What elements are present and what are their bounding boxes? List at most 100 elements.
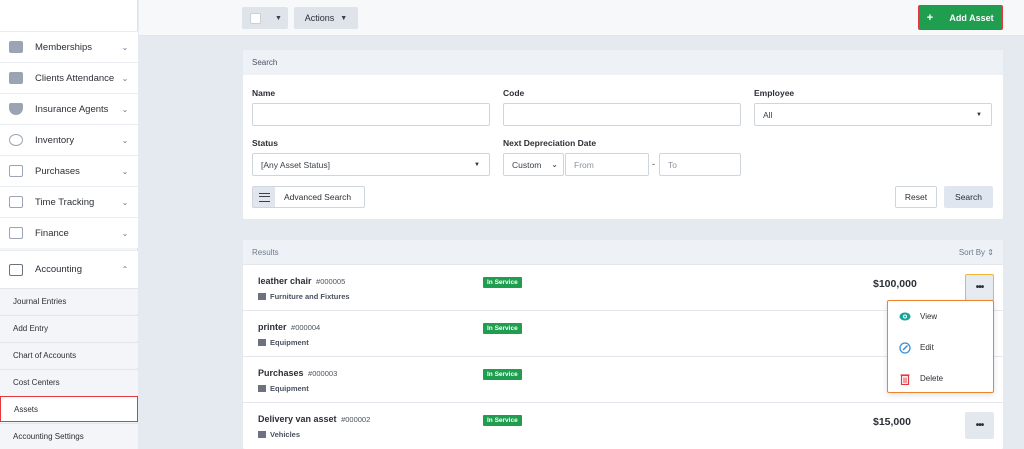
date-range-separator: - <box>652 159 655 169</box>
menu-item-view[interactable]: View <box>888 301 993 332</box>
date-from-input[interactable]: From <box>565 153 649 176</box>
sidebar-item-label: Memberships <box>35 41 93 53</box>
sidebar-item-label: Insurance Agents <box>35 103 109 115</box>
edit-icon <box>899 341 911 354</box>
asset-category: Equipment <box>258 338 309 347</box>
category-icon <box>258 431 266 438</box>
sidebar-subitem-chart-of-accounts[interactable]: Chart of Accounts <box>0 342 138 368</box>
asset-amount: $100,000 <box>873 278 917 290</box>
results-title: Results <box>252 247 279 257</box>
status-select[interactable]: [Any Asset Status] ▼ <box>252 153 490 176</box>
sidebar-item-finance[interactable]: Finance ⌄ <box>0 217 138 248</box>
sidebar-item-purchases[interactable]: Purchases ⌄ <box>0 155 138 186</box>
row-actions-button[interactable]: ••• <box>965 412 994 439</box>
sidebar-subitem-cost-centers[interactable]: Cost Centers <box>0 369 138 395</box>
row-actions-button[interactable]: ••• <box>965 274 994 301</box>
date-to-input[interactable]: To <box>659 153 741 176</box>
cash-icon <box>9 227 23 239</box>
caret-down-icon: ▼ <box>340 14 348 22</box>
eye-icon <box>899 311 911 323</box>
asset-name-cell[interactable]: Purchases #000003 <box>258 368 337 378</box>
bulk-select-button[interactable]: ▼ <box>242 7 288 29</box>
sidebar-item-label: Inventory <box>35 134 75 146</box>
money-icon <box>9 263 23 276</box>
row-actions-menu: View Edit Delete <box>887 300 994 393</box>
sidebar-item-clients-attendance[interactable]: Clients Attendance ⌄ <box>0 62 138 93</box>
results-header: Results Sort By ⇕ <box>243 240 1003 264</box>
calendar-icon <box>9 72 23 84</box>
status-badge: In Service <box>483 323 522 334</box>
code-input[interactable] <box>503 103 741 126</box>
sidebar-subitem-add-entry[interactable]: Add Entry <box>0 315 138 341</box>
asset-code: #000002 <box>341 415 371 424</box>
date-mode-select[interactable]: Custom ⌄ <box>503 153 564 176</box>
asset-category-label: Equipment <box>270 338 309 347</box>
date-from-placeholder: From <box>574 159 594 170</box>
search-button[interactable]: Search <box>944 186 993 208</box>
sort-by-button[interactable]: Sort By ⇕ <box>959 248 994 257</box>
advanced-search-button[interactable]: Advanced Search <box>252 186 365 208</box>
sidebar-header <box>0 0 137 35</box>
add-asset-button[interactable]: + Add Asset <box>918 5 1003 30</box>
asset-name-cell[interactable]: Delivery van asset #000002 <box>258 414 370 424</box>
id-card-icon <box>9 41 23 53</box>
sidebar-item-memberships[interactable]: Memberships ⌄ <box>0 31 138 62</box>
sidebar-subitem-assets[interactable]: Assets <box>0 396 138 422</box>
sidebar-item-insurance-agents[interactable]: Insurance Agents ⌄ <box>0 93 138 124</box>
menu-item-delete[interactable]: Delete <box>888 363 993 394</box>
asset-category: Vehicles <box>258 430 300 439</box>
sidebar-subitem-journal-entries[interactable]: Journal Entries <box>0 288 138 314</box>
category-icon <box>258 339 266 346</box>
asset-category: Furniture and Fixtures <box>258 292 350 301</box>
asset-category: Equipment <box>258 384 309 393</box>
asset-amount: $15,000 <box>873 416 911 428</box>
caret-down-icon: ▼ <box>474 161 480 168</box>
sidebar: Memberships ⌄ Clients Attendance ⌄ Insur… <box>0 0 138 449</box>
chevron-up-icon: ⌃ <box>121 265 129 274</box>
search-panel-title: Search <box>243 50 1003 75</box>
asset-name-cell[interactable]: leather chair #000005 <box>258 276 345 286</box>
menu-item-edit[interactable]: Edit <box>888 332 993 363</box>
asset-name: leather chair <box>258 276 312 286</box>
asset-code: #000003 <box>308 369 338 378</box>
sidebar-item-inventory[interactable]: Inventory ⌄ <box>0 124 138 155</box>
menu-item-label: Delete <box>920 374 944 383</box>
sort-by-label: Sort By <box>958 247 986 257</box>
asset-category-label: Vehicles <box>270 430 301 439</box>
chevron-down-icon: ⌄ <box>121 228 129 238</box>
menu-item-label: Edit <box>920 343 934 352</box>
advanced-search-label: Advanced Search <box>284 192 352 202</box>
menu-item-label: View <box>920 312 938 321</box>
sidebar-subitem-accounting-settings[interactable]: Accounting Settings <box>0 423 138 449</box>
toolbar: ▼ Actions ▼ + Add Asset <box>139 0 1024 36</box>
actions-label: Actions <box>304 13 335 23</box>
employee-label: Employee <box>754 88 795 98</box>
sliders-icon <box>253 187 275 207</box>
asset-name: printer <box>258 322 287 332</box>
asset-code: #000005 <box>316 277 346 286</box>
sidebar-item-label: Accounting <box>35 264 83 275</box>
employee-select[interactable]: All ▼ <box>754 103 992 126</box>
caret-down-icon: ▼ <box>976 111 982 118</box>
chevron-down-icon: ⌄ <box>551 160 558 169</box>
sort-icon: ⇕ <box>987 247 994 257</box>
asset-category-label: Furniture and Fixtures <box>270 292 350 301</box>
sidebar-item-accounting[interactable]: Accounting ⌃ <box>0 250 138 288</box>
chevron-down-icon: ⌄ <box>121 73 129 83</box>
name-input[interactable] <box>252 103 490 126</box>
category-icon <box>258 293 266 300</box>
sidebar-item-time-tracking[interactable]: Time Tracking ⌄ <box>0 186 138 217</box>
reset-button[interactable]: Reset <box>895 186 937 208</box>
calendar-clock-icon <box>9 196 23 208</box>
select-all-checkbox[interactable] <box>250 12 261 24</box>
actions-dropdown-button[interactable]: Actions ▼ <box>294 7 358 29</box>
asset-name-cell[interactable]: printer #000004 <box>258 322 320 332</box>
date-to-placeholder: To <box>668 159 677 170</box>
sidebar-item-label: Purchases <box>35 165 80 177</box>
table-row[interactable]: Delivery van asset #000002 Vehicles In S… <box>243 402 1003 448</box>
chevron-down-icon: ⌄ <box>121 104 129 114</box>
asset-name: Delivery van asset <box>258 414 337 424</box>
add-asset-label: Add Asset <box>949 12 994 23</box>
status-select-value: [Any Asset Status] <box>261 159 330 170</box>
chevron-down-icon: ⌄ <box>121 135 129 145</box>
